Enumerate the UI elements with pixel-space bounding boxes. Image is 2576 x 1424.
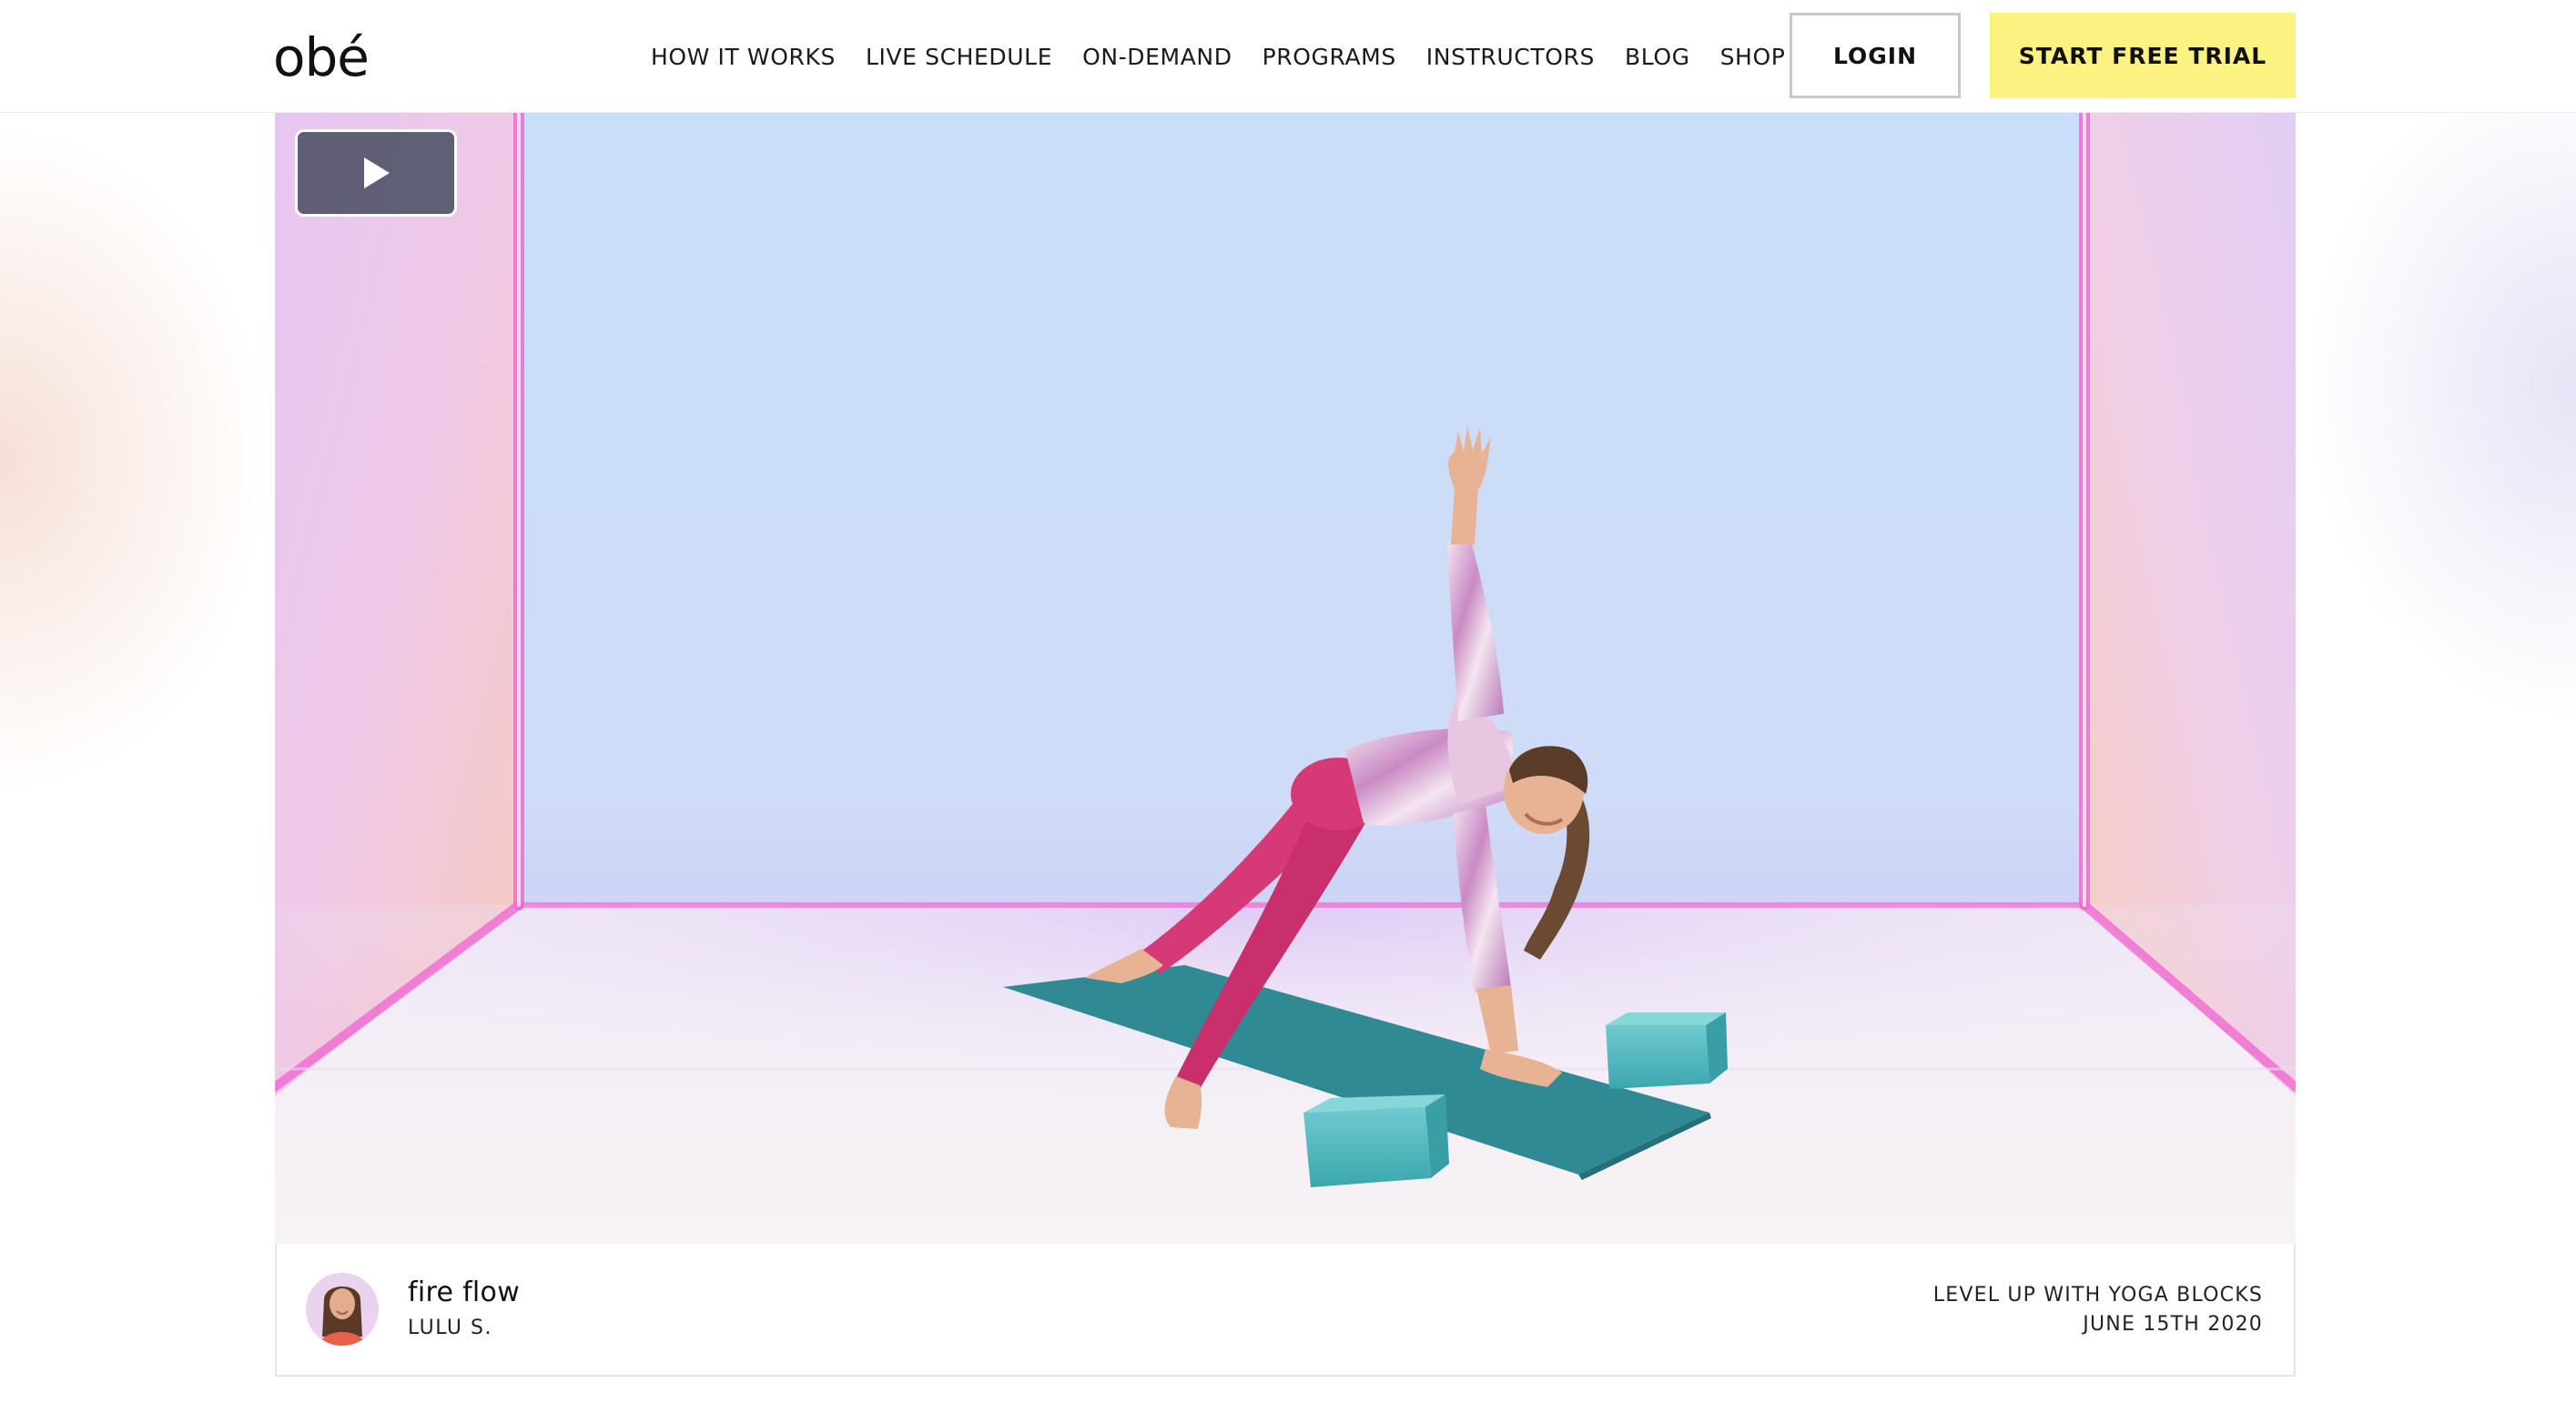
program-name[interactable]: LEVEL UP WITH YOGA BLOCKS (1933, 1284, 2263, 1307)
avatar-illustration (306, 1273, 379, 1346)
login-button[interactable]: LOGIN (1790, 13, 1961, 98)
obe-logo[interactable]: obé (273, 16, 370, 98)
nav-blog[interactable]: BLOG (1625, 44, 1690, 70)
class-date: JUNE 15TH 2020 (2083, 1313, 2263, 1336)
class-info-bar: fire flow LULU S. LEVEL UP WITH YOGA BLO… (275, 1244, 2296, 1377)
instructor-avatar[interactable] (306, 1273, 379, 1346)
main-nav: HOW IT WORKS LIVE SCHEDULE ON-DEMAND PRO… (651, 0, 1815, 113)
nav-instructors[interactable]: INSTRUCTORS (1426, 44, 1595, 70)
nav-on-demand[interactable]: ON-DEMAND (1082, 44, 1232, 70)
instructor-name[interactable]: LULU S. (408, 1317, 492, 1339)
nav-programs[interactable]: PROGRAMS (1263, 44, 1396, 70)
start-free-trial-button[interactable]: START FREE TRIAL (1990, 13, 2296, 98)
video-frame-illustration (275, 113, 2296, 1244)
play-icon (364, 158, 390, 188)
nav-shop[interactable]: SHOP (1720, 44, 1786, 70)
nav-how-it-works[interactable]: HOW IT WORKS (651, 44, 836, 70)
nav-live-schedule[interactable]: LIVE SCHEDULE (866, 44, 1052, 70)
site-header: obé HOW IT WORKS LIVE SCHEDULE ON-DEMAND… (0, 0, 2576, 113)
play-button[interactable] (295, 129, 457, 217)
class-title[interactable]: fire flow (408, 1277, 520, 1308)
video-player[interactable] (275, 113, 2296, 1244)
